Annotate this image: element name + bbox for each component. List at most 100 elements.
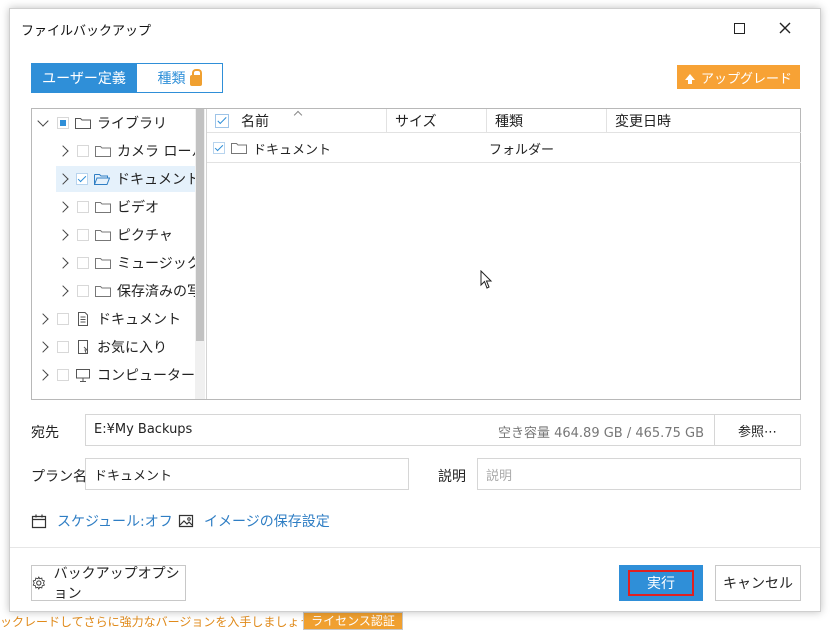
- folder-icon: [95, 145, 111, 157]
- chevron-right-icon[interactable]: [56, 228, 70, 242]
- upgrade-label: アップグレード: [700, 71, 792, 87]
- tree-checkbox[interactable]: [57, 369, 69, 381]
- column-name-label: 名前: [241, 114, 269, 130]
- tree-item-favorites[interactable]: お気に入り: [36, 334, 167, 360]
- tree-item-label: ドキュメント: [97, 312, 181, 328]
- schedule-link[interactable]: スケジュール:オフ: [31, 511, 173, 531]
- source-selection-panel: ライブラリ カメラ ロール ドキュメント ビデオ ピクチャ ミュージック 保存済…: [31, 108, 801, 400]
- tree-item-library[interactable]: ライブラリ: [36, 110, 167, 136]
- tree-item-music[interactable]: ミュージック: [56, 250, 201, 276]
- chevron-right-icon[interactable]: [56, 200, 70, 214]
- browse-button-label: 参照⋯: [737, 424, 777, 440]
- chevron-right-icon[interactable]: [56, 284, 70, 298]
- window-title: ファイルバックアップ: [21, 24, 152, 39]
- tree-scrollbar[interactable]: [195, 109, 205, 399]
- upgrade-button[interactable]: アップグレード: [677, 65, 800, 89]
- description-placeholder: 説明: [486, 468, 513, 484]
- lock-icon: [189, 68, 202, 86]
- upgrade-arrow-icon: [684, 74, 695, 84]
- tab-user-defined[interactable]: ユーザー定義: [31, 63, 137, 93]
- tree-item-saved-pictures[interactable]: 保存済みの写: [56, 278, 201, 304]
- row-checkbox[interactable]: [213, 142, 225, 154]
- gear-icon: [32, 576, 45, 590]
- description-label: 説明: [438, 469, 466, 485]
- plan-name-input[interactable]: ドキュメント: [85, 458, 409, 490]
- column-header-name[interactable]: 名前: [207, 109, 387, 133]
- column-size-label: サイズ: [395, 114, 437, 130]
- tab-user-defined-label: ユーザー定義: [42, 71, 126, 87]
- tree-item-camera-roll[interactable]: カメラ ロール: [56, 138, 205, 164]
- column-header-type[interactable]: 種類: [487, 109, 607, 133]
- destination-path: E:¥My Backups: [94, 422, 193, 437]
- description-input[interactable]: 説明: [477, 458, 801, 490]
- destination-field[interactable]: E:¥My Backups 空き容量 464.89 GB / 465.75 GB: [85, 414, 801, 446]
- cancel-button[interactable]: キャンセル: [715, 565, 801, 601]
- folder-icon: [95, 257, 111, 269]
- close-icon: [779, 22, 791, 34]
- background-notice-strip: ックレードしてさらに強力なバージョンを入手しましょう。 ライセンス認証: [0, 612, 830, 630]
- tree-item-documents[interactable]: ドキュメント: [56, 166, 200, 192]
- tab-type-label: 種類: [157, 71, 186, 87]
- plan-name-value: ドキュメント: [94, 468, 173, 484]
- calendar-icon: [31, 514, 47, 529]
- run-button-label: 実行: [647, 576, 675, 592]
- chevron-right-icon[interactable]: [36, 312, 50, 326]
- folder-icon: [95, 285, 111, 297]
- maximize-button[interactable]: [727, 17, 751, 39]
- mouse-cursor-icon: [480, 270, 493, 289]
- folder-icon: [95, 229, 111, 241]
- tree-checkbox[interactable]: [76, 173, 88, 185]
- favorites-icon: [75, 339, 91, 355]
- tree-checkbox[interactable]: [77, 257, 89, 269]
- tree-checkbox[interactable]: [77, 201, 89, 213]
- image-icon: [178, 514, 194, 528]
- tree-item-documents-root[interactable]: ドキュメント: [36, 306, 181, 332]
- schedule-label: スケジュール:オフ: [57, 514, 173, 530]
- tree-checkbox[interactable]: [57, 117, 69, 129]
- tree-checkbox[interactable]: [77, 145, 89, 157]
- folder-tree: ライブラリ カメラ ロール ドキュメント ビデオ ピクチャ ミュージック 保存済…: [32, 109, 205, 399]
- tree-checkbox[interactable]: [57, 313, 69, 325]
- folder-icon: [231, 142, 247, 154]
- select-all-checkbox[interactable]: [215, 114, 229, 128]
- column-header-modified[interactable]: 変更日時: [607, 109, 801, 133]
- column-header-size[interactable]: サイズ: [387, 109, 487, 133]
- browse-button[interactable]: 参照⋯: [714, 414, 801, 446]
- chevron-down-icon[interactable]: [36, 116, 50, 130]
- tree-scrollbar-thumb[interactable]: [196, 109, 204, 341]
- footer-divider: [10, 547, 820, 548]
- tree-item-label: カメラ ロール: [117, 144, 205, 160]
- file-list: 名前 サイズ 種類 変更日時 ドキュメント フォルダー: [206, 109, 801, 399]
- file-list-header: 名前 サイズ 種類 変更日時: [207, 109, 801, 133]
- tab-type[interactable]: 種類: [137, 63, 223, 93]
- chevron-right-icon[interactable]: [56, 144, 70, 158]
- chevron-right-icon[interactable]: [36, 368, 50, 382]
- run-button[interactable]: 実行: [619, 565, 703, 601]
- title-bar: ファイルバックアップ: [10, 9, 820, 47]
- file-backup-dialog: ファイルバックアップ ユーザー定義 種類 アップグレード ライブラリ カメラ ロ…: [9, 8, 821, 612]
- backup-options-label: バックアップオプション: [53, 566, 180, 602]
- tree-checkbox[interactable]: [57, 341, 69, 353]
- image-settings-link[interactable]: イメージの保存設定: [178, 511, 330, 531]
- tree-item-pictures[interactable]: ピクチャ: [56, 222, 173, 248]
- tree-checkbox[interactable]: [77, 229, 89, 241]
- table-row[interactable]: ドキュメント フォルダー: [207, 135, 801, 163]
- tree-checkbox[interactable]: [77, 285, 89, 297]
- close-button[interactable]: [773, 17, 797, 39]
- backup-options-button[interactable]: バックアップオプション: [31, 565, 186, 602]
- column-modified-label: 変更日時: [615, 114, 671, 130]
- tree-item-label: コンピューター: [97, 368, 195, 384]
- chevron-right-icon[interactable]: [56, 172, 69, 186]
- tree-item-videos[interactable]: ビデオ: [56, 194, 159, 220]
- destination-label: 宛先: [31, 425, 59, 441]
- chevron-right-icon[interactable]: [56, 256, 70, 270]
- license-activation-button[interactable]: ライセンス認証: [303, 612, 403, 630]
- image-settings-label: イメージの保存設定: [204, 514, 330, 530]
- tree-item-computer[interactable]: コンピューター: [36, 362, 195, 388]
- folder-open-icon: [94, 173, 110, 185]
- row-type-cell: フォルダー: [489, 135, 554, 161]
- run-button-highlight: 実行: [628, 570, 694, 596]
- maximize-icon: [733, 22, 745, 34]
- chevron-right-icon[interactable]: [36, 340, 50, 354]
- destination-free-space: 空き容量 464.89 GB / 465.75 GB: [497, 426, 704, 441]
